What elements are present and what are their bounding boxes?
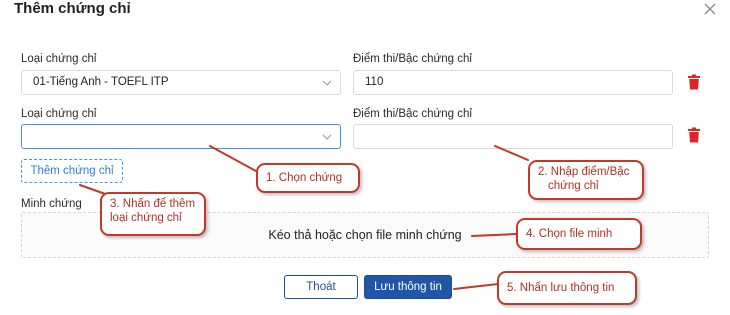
modal-title: Thêm chứng chỉ [14,0,131,17]
score-value-1: 110 [365,76,384,88]
exit-button[interactable]: Thoát [284,275,358,299]
score-input-2[interactable] [353,124,673,149]
evidence-label: Minh chứng [21,198,82,210]
cert-type-label-2: Loại chứng chỉ [21,108,97,120]
score-label-2: Điểm thi/Bậc chứng chỉ [353,108,472,120]
callout-step3: 3. Nhấn để thêm loại chứng chỉ [100,192,206,236]
add-certificate-button[interactable]: Thêm chứng chỉ [21,159,123,183]
callout-step1-text: 1. Chọn chứng [266,172,343,184]
callout-step5-text: 5. Nhấn lưu thông tin [507,282,615,294]
callout-step4: 4. Chọn file minh [516,218,642,250]
cert-type-select-1[interactable]: 01-Tiếng Anh - TOEFL ITP [21,70,341,95]
arrow-step1 [209,145,257,172]
arrow-step5 [453,283,499,290]
chevron-down-icon [322,80,332,86]
score-input-1[interactable]: 110 [353,70,673,95]
delete-row-1-icon[interactable] [687,74,701,90]
callout-step3-line1: 3. Nhấn để thêm [110,198,196,210]
dropzone-text: Kéo thả hoặc chọn file minh chứng [268,228,462,242]
score-label-1: Điểm thi/Bậc chứng chỉ [353,53,472,65]
cert-type-value-1: 01-Tiếng Anh - TOEFL ITP [33,76,169,88]
callout-step2-line1: 2. Nhập điểm/Bậc [538,166,630,178]
annotation-arrows [79,145,529,290]
save-button[interactable]: Lưu thông tin [364,275,452,299]
callout-step1: 1. Chọn chứng [256,163,360,193]
close-icon[interactable] [704,3,718,17]
cert-type-label-1: Loại chứng chỉ [21,53,97,65]
chevron-down-icon [322,134,332,140]
delete-row-2-icon[interactable] [687,127,701,143]
callout-step2-line2: chứng chỉ [548,180,599,192]
callout-step5: 5. Nhấn lưu thông tin [497,271,637,305]
callout-step3-line2: loại chứng chỉ [110,212,182,224]
cert-type-select-2[interactable] [21,124,341,149]
callout-step2: 2. Nhập điểm/Bậc chứng chỉ [528,160,644,200]
add-certificate-modal: Thêm chứng chỉ Loại chứng chỉ 01-Tiếng A… [0,0,730,315]
callout-step4-text: 4. Chọn file minh [526,228,613,240]
